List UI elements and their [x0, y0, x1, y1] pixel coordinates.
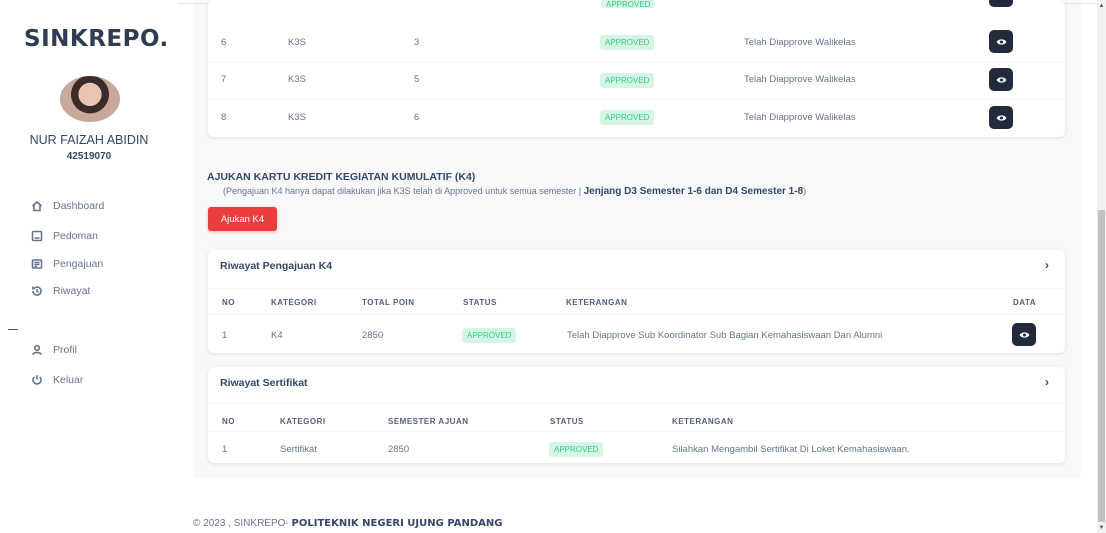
- status-badge: APPROVED: [549, 442, 604, 457]
- status-badge: APPROVED: [600, 110, 655, 125]
- card-title: Riwayat Pengajuan K4: [220, 260, 333, 272]
- column-header: TOTAL POIN: [362, 298, 415, 307]
- row-keterangan: Silahkan Mengambil Sertifikat Di Loket K…: [672, 444, 910, 455]
- history-icon: [30, 284, 44, 298]
- row-no: 1: [222, 330, 228, 341]
- sidebar-divider: [8, 329, 18, 330]
- home-icon: [30, 199, 44, 213]
- column-header: KETERANGAN: [566, 298, 628, 307]
- ajukan-k4-button[interactable]: Ajukan K4: [208, 207, 277, 231]
- sidebar-item-label: Pedoman: [53, 230, 98, 242]
- sidebar-item-label: Riwayat: [53, 285, 91, 297]
- k4-note-jenjang: Jenjang D3 Semester 1-6 dan D4 Semester …: [583, 186, 804, 197]
- column-header: KETERANGAN: [672, 417, 734, 426]
- column-header: STATUS: [463, 298, 497, 307]
- column-header: DATA: [1013, 298, 1037, 307]
- column-header: SEMESTER AJUAN: [388, 417, 469, 426]
- column-header: NO: [222, 298, 235, 307]
- scroll-up-arrow-icon[interactable]: ▲: [1098, 2, 1105, 10]
- row-kategori: K3S: [288, 74, 306, 85]
- sidebar-item-dashboard[interactable]: Dashboard: [30, 199, 104, 213]
- form-icon: [30, 257, 44, 271]
- row-keterangan: Telah Diapprove Walikelas: [744, 37, 856, 48]
- row-no: 6: [221, 37, 227, 48]
- sidebar-item-riwayat[interactable]: Riwayat: [30, 284, 90, 298]
- sidebar-item-label: Profil: [53, 344, 77, 356]
- row-no: 8: [221, 112, 227, 123]
- brand-logo[interactable]: SINKREPO.: [24, 26, 169, 52]
- card-title: Riwayat Sertifikat: [220, 377, 308, 389]
- user-name: NUR FAIZAH ABIDIN: [29, 133, 149, 147]
- footer: © 2023 , SINKREPO- POLITEKNIK NEGERI UJU…: [193, 518, 503, 529]
- view-button[interactable]: [989, 106, 1013, 129]
- row-kategori: Sertifikat: [280, 444, 317, 455]
- view-button[interactable]: [989, 0, 1013, 7]
- chevron-right-icon[interactable]: ›: [1045, 258, 1049, 272]
- k4-section-title: AJUKAN KARTU KREDIT KEGIATAN KUMULATIF (…: [207, 171, 476, 183]
- chevron-right-icon[interactable]: ›: [1045, 375, 1049, 389]
- row-keterangan: Telah Diapprove Walikelas: [744, 112, 856, 123]
- sidebar-item-pengajuan[interactable]: Pengajuan: [30, 257, 103, 271]
- row-kategori: K3S: [288, 37, 306, 48]
- user-nim: 42519070: [66, 151, 112, 162]
- riwayat-sertifikat-card: Riwayat Sertifikat › NO KATEGORI SEMESTE…: [208, 367, 1065, 463]
- sidebar-item-keluar[interactable]: Keluar: [30, 373, 83, 387]
- sidebar: SINKREPO. NUR FAIZAH ABIDIN 42519070 Das…: [0, 0, 178, 533]
- power-icon: [30, 373, 44, 387]
- scroll-down-arrow-icon[interactable]: ▼: [1098, 524, 1105, 532]
- row-semester-ajuan: 2850: [388, 444, 410, 455]
- row-semester: 5: [414, 74, 420, 85]
- scrollbar-thumb[interactable]: [1098, 210, 1105, 522]
- row-semester: 3: [414, 37, 420, 48]
- row-kategori: K4: [271, 330, 283, 341]
- status-badge: APPROVED: [601, 0, 656, 8]
- eye-icon: [996, 38, 1006, 45]
- row-no: 7: [221, 74, 227, 85]
- sidebar-nav: Dashboard: [30, 199, 104, 213]
- sidebar-item-label: Dashboard: [53, 200, 105, 212]
- column-header: KATEGORI: [280, 417, 326, 426]
- eye-icon: [996, 114, 1006, 121]
- user-icon: [30, 343, 44, 357]
- column-header: KATEGORI: [271, 298, 317, 307]
- sidebar-item-label: Keluar: [53, 374, 84, 386]
- view-button[interactable]: [989, 30, 1013, 53]
- row-keterangan: Telah Diapprove Sub Koordinator Sub Bagi…: [567, 330, 883, 341]
- riwayat-k4-card: Riwayat Pengajuan K4 › NO KATEGORI TOTAL…: [208, 250, 1065, 353]
- sidebar-item-pedoman[interactable]: Pedoman: [30, 229, 98, 243]
- row-kategori: K3S: [288, 112, 306, 123]
- column-header: STATUS: [550, 417, 584, 426]
- footer-org[interactable]: POLITEKNIK NEGERI UJUNG PANDANG: [292, 518, 503, 529]
- row-no: 1: [222, 444, 228, 455]
- status-badge: APPROVED: [462, 328, 517, 343]
- row-total-poin: 2850: [362, 330, 384, 341]
- status-badge: APPROVED: [600, 35, 655, 50]
- row-keterangan: Telah Diapprove Walikelas: [744, 74, 856, 85]
- view-button[interactable]: [1012, 323, 1036, 346]
- column-header: NO: [222, 417, 235, 426]
- sidebar-item-label: Pengajuan: [53, 258, 104, 270]
- k3s-table-card: APPROVED 6 K3S 3 APPROVED Telah Diapprov…: [208, 0, 1065, 137]
- book-icon: [30, 229, 44, 243]
- sidebar-item-profil[interactable]: Profil: [30, 343, 77, 357]
- status-badge: APPROVED: [600, 73, 655, 88]
- row-semester: 6: [414, 112, 420, 123]
- avatar: [60, 76, 120, 122]
- eye-icon: [996, 76, 1006, 83]
- eye-icon: [1019, 331, 1029, 338]
- k4-note: (Pengajuan K4 hanya dapat dilakukan jika…: [223, 186, 807, 197]
- view-button[interactable]: [989, 68, 1013, 91]
